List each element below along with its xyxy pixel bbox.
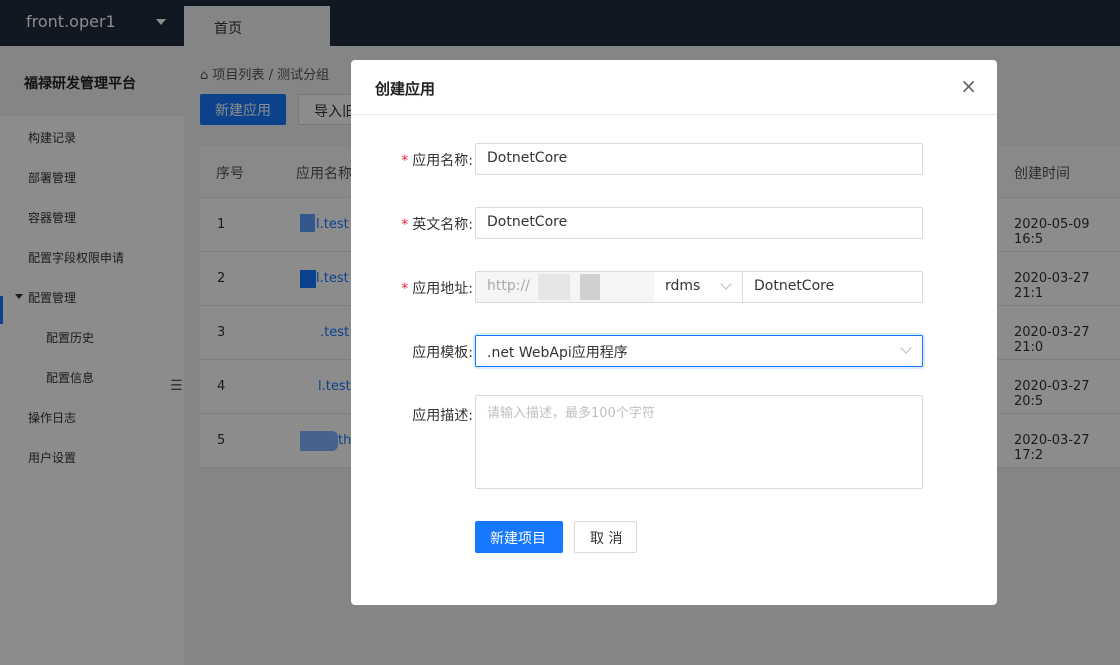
address-label: * 应用地址: — [401, 281, 473, 297]
create-project-button[interactable]: 新建项目 — [475, 521, 563, 553]
chevron-down-icon — [720, 278, 732, 290]
app-name-input[interactable]: DotnetCore — [475, 143, 923, 175]
redacted-block — [538, 274, 570, 300]
template-label: 应用模板: — [412, 345, 473, 361]
address-group-value: rdms — [665, 278, 701, 294]
create-app-modal: 创建应用 × * 应用名称: DotnetCore * 英文名称: DotnetCo… — [351, 60, 997, 605]
description-label: 应用描述: — [412, 408, 473, 424]
en-name-input[interactable]: DotnetCore — [475, 207, 923, 239]
address-group-select[interactable]: rdms — [654, 271, 743, 303]
chevron-down-icon — [900, 342, 912, 354]
template-select[interactable]: .net WebApi应用程序 — [475, 335, 923, 367]
redacted-block — [580, 274, 600, 300]
address-protocol-input: http:// — [475, 271, 655, 303]
required-mark: * — [401, 217, 409, 233]
cancel-button[interactable]: 取 消 — [574, 521, 637, 553]
description-textarea[interactable]: 请输入描述，最多100个字符 — [475, 395, 923, 489]
required-mark: * — [401, 281, 409, 297]
app-name-label: * 应用名称: — [401, 153, 473, 169]
template-value: .net WebApi应用程序 — [487, 345, 628, 361]
modal-title: 创建应用 — [375, 80, 436, 98]
en-name-label: * 英文名称: — [401, 217, 473, 233]
address-protocol-text: http:// — [487, 278, 530, 294]
required-mark: * — [401, 153, 409, 169]
address-name-input[interactable]: DotnetCore — [742, 271, 923, 303]
close-icon[interactable]: × — [960, 76, 977, 96]
modal-header: 创建应用 × — [351, 60, 997, 115]
